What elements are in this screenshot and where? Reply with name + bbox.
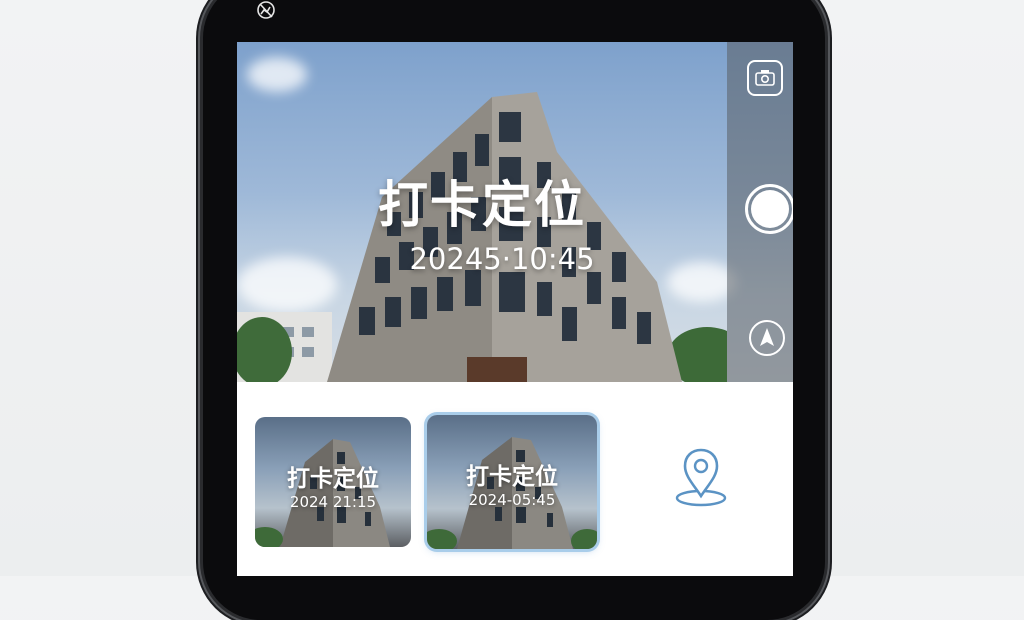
phone-power-button: [825, 155, 830, 245]
thumbnail-title: 打卡定位: [466, 464, 558, 490]
photo-overlay-title: 打卡定位: [378, 176, 586, 234]
thumbnail-time: 2024 21:15: [289, 493, 377, 511]
thumbnail-time: 2024-05:45: [468, 491, 556, 509]
location-pin-icon[interactable]: [673, 444, 729, 508]
camera-viewfinder[interactable]: 打卡定位 20245·10:45: [237, 42, 793, 382]
shutter-button[interactable]: [745, 184, 793, 234]
camera-controls: [727, 42, 793, 382]
shutter-inner-circle: [751, 190, 789, 228]
app-screen: 打卡定位 20245·10:45 打卡定位 2024 21:15 打卡定位 20…: [237, 42, 793, 576]
photo-thumbnail-selected[interactable]: 打卡定位 2024-05:45: [427, 415, 597, 549]
photo-thumbnail[interactable]: 打卡定位 2024 21:15: [255, 417, 411, 547]
thumbnail-title: 打卡定位: [287, 466, 379, 492]
navigation-arrow-icon[interactable]: [749, 320, 785, 356]
photo-overlay-time: 20245·10:45: [409, 242, 595, 276]
no-signal-icon: [257, 1, 275, 19]
capture-gallery: 打卡定位 2024 21:15 打卡定位 2024-05:45: [237, 382, 793, 576]
camera-switch-icon[interactable]: [747, 60, 783, 96]
